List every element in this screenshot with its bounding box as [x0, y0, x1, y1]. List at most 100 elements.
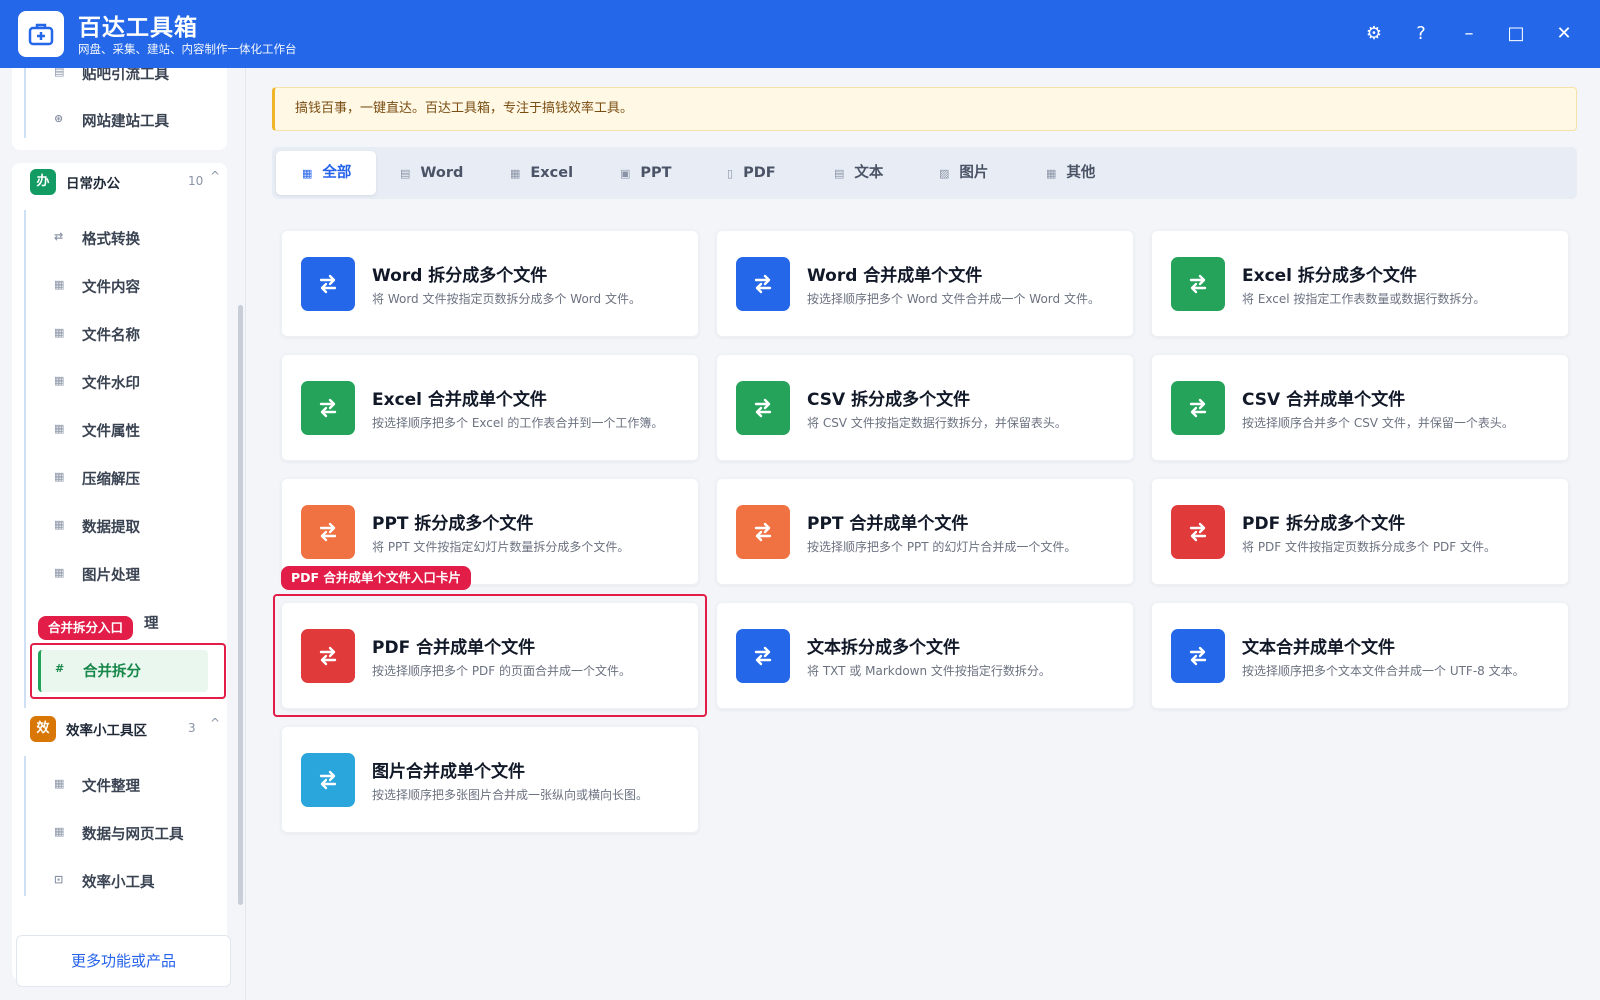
notice-banner: 搞钱百事，一键直达。百达工具箱，专注于搞钱效率工具。	[272, 87, 1577, 131]
grid-icon: ▦	[54, 518, 65, 531]
chevron-up-icon: ^	[210, 169, 221, 183]
sidebar-item-data-extract[interactable]: ▦ 数据提取	[38, 506, 208, 546]
tab-image[interactable]: ▨ 图片	[939, 151, 1029, 195]
more-products-button[interactable]: 更多功能或产品	[16, 935, 231, 987]
card-title: PPT 拆分成多个文件	[372, 514, 534, 534]
tool-card-text-merge[interactable]: 文本合并成单个文件 按选择顺序把多个文本文件合并成一个 UTF-8 文本。	[1151, 602, 1569, 709]
swap-icon	[301, 753, 355, 807]
tab-label: PPT	[640, 165, 672, 181]
tab-pdf[interactable]: ▯ PDF	[727, 151, 817, 195]
sidebar-item-image[interactable]: ▦ 图片处理	[38, 554, 208, 594]
swap-icon: ⇄	[54, 230, 64, 243]
card-title: Word 拆分成多个文件	[372, 266, 548, 286]
swap-icon	[301, 257, 355, 311]
sidebar-item-compress[interactable]: ▦ 压缩解压	[38, 458, 208, 498]
sidebar-item-watermark[interactable]: ▦ 文件水印	[38, 362, 208, 402]
sidebar-item-efficiency-tools[interactable]: ⊡ 效率小工具	[38, 861, 208, 901]
title-bar: 百达工具箱 网盘、采集、建站、内容制作一体化工作台 ⚙ ? – □ ✕	[0, 0, 1600, 68]
tab-label: PDF	[743, 165, 776, 181]
swap-icon	[736, 257, 790, 311]
sidebar-item-label: 压缩解压	[82, 472, 140, 488]
tab-label: 其他	[1066, 165, 1096, 181]
card-description: 按选择顺序合并多个 CSV 文件，并保留一个表头。	[1242, 416, 1514, 430]
tab-excel[interactable]: ▦ Excel	[510, 151, 610, 195]
app-title: 百达工具箱	[78, 15, 198, 41]
card-description: 按选择顺序把多个 Excel 的工作表合并到一个工作簿。	[372, 416, 664, 430]
sidebar-item-file-name[interactable]: ▦ 文件名称	[38, 314, 208, 354]
sidebar-item-label: 文件内容	[82, 280, 140, 296]
grid-icon: ▦	[54, 470, 65, 483]
sidebar-item-label: 网站建站工具	[82, 114, 169, 130]
card-title: Excel 拆分成多个文件	[1242, 266, 1417, 286]
tab-word[interactable]: ▤ Word	[400, 151, 500, 195]
tool-card-text-split[interactable]: 文本拆分成多个文件 将 TXT 或 Markdown 文件按指定行数拆分。	[716, 602, 1134, 709]
help-button[interactable]: ?	[1407, 20, 1435, 48]
swap-icon	[301, 381, 355, 435]
tool-card-csv-merge[interactable]: CSV 合并成单个文件 按选择顺序合并多个 CSV 文件，并保留一个表头。	[1151, 354, 1569, 461]
group-count: 10	[188, 174, 204, 188]
sidebar-item-label: 数据提取	[82, 520, 140, 536]
table-icon: ▦	[510, 167, 521, 180]
sidebar-item-format-convert[interactable]: ⇄ 格式转换	[38, 218, 208, 258]
swap-icon	[736, 629, 790, 683]
settings-button[interactable]: ⚙	[1360, 20, 1388, 48]
close-button[interactable]: ✕	[1550, 20, 1578, 48]
tool-card-csv-split[interactable]: CSV 拆分成多个文件 将 CSV 文件按指定数据行数拆分，并保留表头。	[716, 354, 1134, 461]
tool-card-word-merge[interactable]: Word 合并成单个文件 按选择顺序把多个 Word 文件合并成一个 Word …	[716, 230, 1134, 337]
sidebar-item-file-organize[interactable]: ▦ 文件整理	[38, 765, 208, 805]
slides-icon: ▣	[620, 167, 631, 180]
sidebar-item-label: 格式转换	[82, 232, 140, 248]
sidebar-scrollbar[interactable]	[238, 305, 243, 905]
swap-icon	[736, 505, 790, 559]
group-title: 日常办公	[66, 176, 120, 192]
tool-card-pdf-split[interactable]: PDF 拆分成多个文件 将 PDF 文件按指定页数拆分成多个 PDF 文件。	[1151, 478, 1569, 585]
maximize-button[interactable]: □	[1502, 20, 1530, 48]
swap-icon	[301, 505, 355, 559]
tab-label: Word	[420, 165, 464, 181]
sidebar: ▤ 贴吧引流工具 ⊛ 网站建站工具 办 日常办公 10 ^ ⇄ 格式转换 ▦ 文…	[0, 68, 246, 1000]
image-icon: ▨	[939, 167, 950, 180]
grid-icon: ▦	[54, 374, 65, 387]
tab-all[interactable]: ▦ 全部	[276, 151, 376, 195]
swap-icon	[1171, 257, 1225, 311]
tab-label: 文本	[854, 165, 884, 181]
sidebar-item-label: 图片处理	[82, 568, 140, 584]
card-description: 将 CSV 文件按指定数据行数拆分，并保留表头。	[807, 416, 1067, 430]
tab-other[interactable]: ▦ 其他	[1046, 151, 1136, 195]
card-description: 将 PPT 文件按指定幻灯片数量拆分成多个文件。	[372, 540, 630, 554]
sidebar-item-file-content[interactable]: ▦ 文件内容	[38, 266, 208, 306]
sidebar-item-file-attr[interactable]: ▦ 文件属性	[38, 410, 208, 450]
tab-text[interactable]: ▤ 文本	[834, 151, 924, 195]
highlight-tag-merge-split: 合并拆分入口	[38, 616, 134, 640]
grid-icon: ▦	[54, 422, 65, 435]
card-title: 文本合并成单个文件	[1242, 638, 1395, 658]
card-title: 图片合并成单个文件	[372, 762, 525, 782]
tool-card-excel-merge[interactable]: Excel 合并成单个文件 按选择顺序把多个 Excel 的工作表合并到一个工作…	[281, 354, 699, 461]
grid-icon: ▦	[302, 167, 313, 180]
sidebar-group-header-efficiency[interactable]: 效 效率小工具区 3 ^	[18, 710, 220, 750]
tool-card-image-merge[interactable]: 图片合并成单个文件 按选择顺序把多张图片合并成一张纵向或横向长图。	[281, 726, 699, 833]
group-count: 3	[188, 721, 196, 735]
grid-icon: ▦	[54, 278, 65, 291]
tab-ppt[interactable]: ▣ PPT	[620, 151, 710, 195]
grid-icon: ▦	[1046, 167, 1057, 180]
sidebar-item-data-web[interactable]: ▦ 数据与网页工具	[38, 813, 208, 853]
card-title: PDF 拆分成多个文件	[1242, 514, 1406, 534]
text-icon: ▤	[834, 167, 845, 180]
globe-icon: ⊛	[54, 112, 64, 125]
sidebar-item-label: 数据与网页工具	[82, 827, 184, 843]
card-title: PPT 合并成单个文件	[807, 514, 969, 534]
minimize-button[interactable]: –	[1455, 20, 1483, 48]
file-icon: ▯	[727, 167, 734, 180]
tool-card-ppt-merge[interactable]: PPT 合并成单个文件 按选择顺序把多个 PPT 的幻灯片合并成一个文件。	[716, 478, 1134, 585]
tool-card-word-split[interactable]: Word 拆分成多个文件 将 Word 文件按指定页数拆分成多个 Word 文件…	[281, 230, 699, 337]
sidebar-item-website[interactable]: ⊛ 网站建站工具	[38, 100, 208, 140]
highlight-box-pdf-merge	[273, 594, 707, 717]
tool-card-excel-split[interactable]: Excel 拆分成多个文件 将 Excel 按指定工作表数量或数据行数拆分。	[1151, 230, 1569, 337]
tree-line	[24, 68, 26, 138]
toolbox-logo-icon	[28, 23, 54, 46]
sidebar-item-tieba[interactable]: ▤ 贴吧引流工具	[38, 68, 208, 93]
swap-icon	[736, 381, 790, 435]
highlight-tag-pdf-merge: PDF 合并成单个文件入口卡片	[281, 566, 471, 590]
sidebar-group-header-office[interactable]: 办 日常办公 10 ^	[18, 163, 221, 203]
